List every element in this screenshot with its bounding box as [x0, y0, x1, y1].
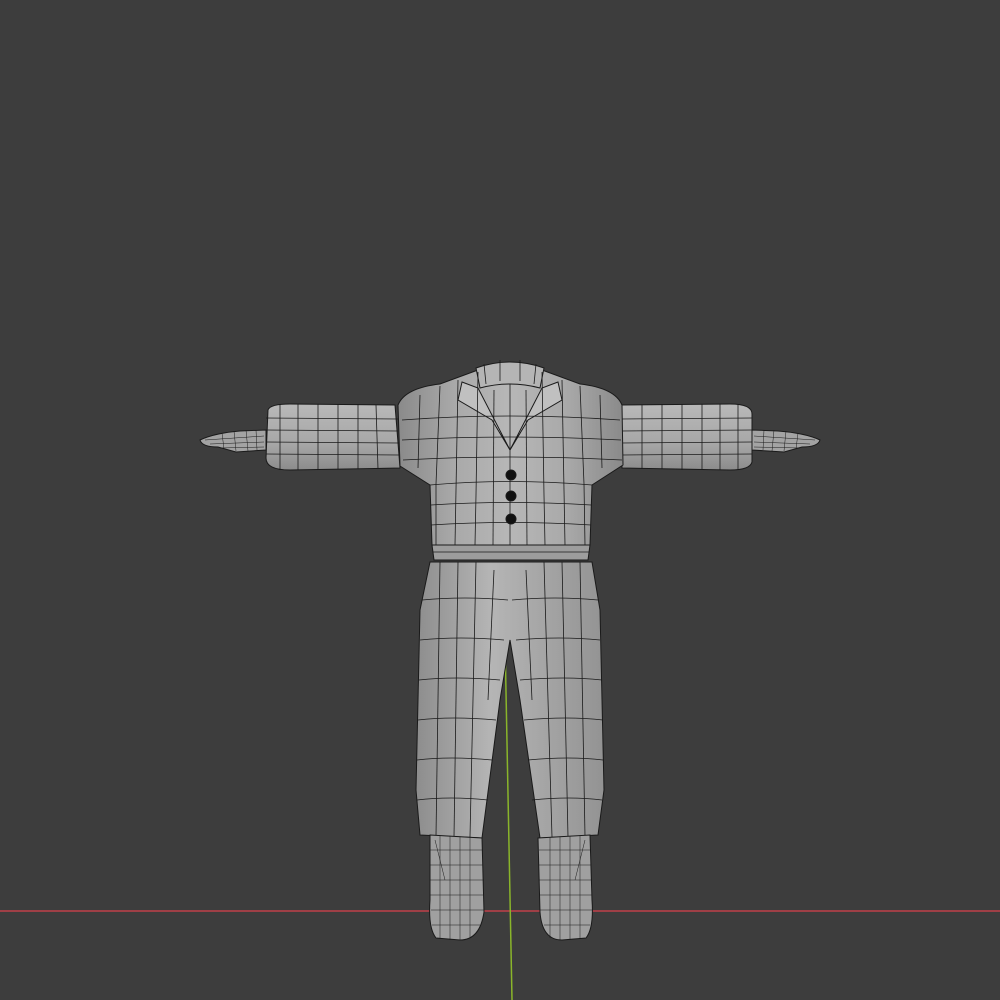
left-boot[interactable] [429, 834, 485, 941]
y-axis-line [504, 639, 513, 1000]
right-hand[interactable] [751, 429, 821, 453]
3d-viewport[interactable] [0, 0, 1000, 1000]
trousers[interactable] [415, 561, 605, 839]
right-sleeve[interactable] [619, 403, 753, 471]
jacket-button-2 [505, 490, 517, 502]
jacket[interactable] [397, 360, 624, 561]
left-sleeve[interactable] [265, 403, 401, 471]
viewport-canvas[interactable] [0, 0, 1000, 1000]
jacket-hem [431, 544, 591, 561]
jacket-button-1 [505, 469, 517, 481]
jacket-button-3 [505, 513, 517, 525]
left-hand[interactable] [199, 429, 267, 453]
character-mesh[interactable] [199, 360, 821, 941]
right-boot[interactable] [537, 834, 593, 941]
